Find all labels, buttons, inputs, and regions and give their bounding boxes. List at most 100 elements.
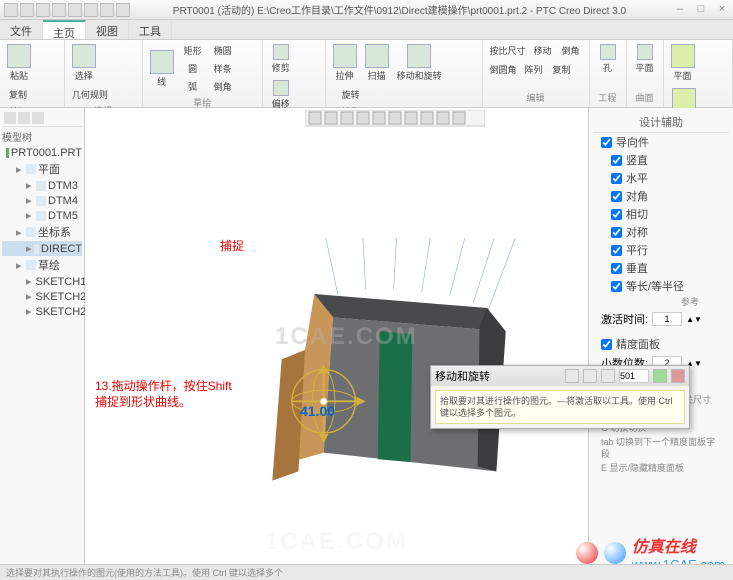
extrude-button[interactable]: 拉伸 [330,42,360,84]
tree-item[interactable]: ▸DIRECT [2,241,82,256]
window-title: PRT0001 (活动的) E:\Creo工作目录\工作文件\0912\Dire… [130,2,669,17]
tree-item[interactable]: ▸草绘 [2,256,82,274]
float-cancel-icon[interactable] [671,369,685,383]
select-icon [72,44,96,68]
spline-button[interactable]: 样条 [209,60,237,77]
float-header[interactable]: 移动和旋转 [431,366,689,386]
group-datum: 平面 倒圆角 基准 [664,40,733,107]
select-button[interactable]: 选择 [69,42,99,84]
copy2-button[interactable]: 复制 [548,61,576,78]
close-icon[interactable]: × [715,3,729,17]
float-title: 移动和旋转 [435,368,490,384]
guide-option[interactable]: 竖直 [593,151,729,169]
tab-tools[interactable]: 工具 [129,20,172,39]
move-rotate-panel[interactable]: 移动和旋转 拾取要对其进行操作的图元。—将激活取以工具。使用 Ctrl 键以选择… [430,365,690,429]
precision-check[interactable]: 精度面板 [593,335,729,353]
line-icon [150,50,174,74]
qat-windows-icon[interactable] [100,3,114,17]
rect-button[interactable]: 矩形 [179,42,207,59]
tab-file[interactable]: 文件 [0,20,43,39]
qat-regen-icon[interactable] [84,3,98,17]
window-controls: – □ × [669,3,729,17]
move2-button[interactable]: 移动 [529,42,557,59]
plane-button[interactable]: 平面 [631,42,659,76]
activate-row: 激活时间: ▲▼ [593,309,729,329]
annotation-text: 13.拖动操作杆，按住Shift 捕捉到形状曲线。 [95,378,232,410]
ellipse-button[interactable]: 椭圆 [209,42,237,59]
float-btn3-icon[interactable] [601,369,615,383]
chamfer-button[interactable]: 倒角 [209,78,237,95]
tree-item[interactable]: ▸平面 [2,160,82,178]
guide-option[interactable]: 对称 [593,223,729,241]
tab-home[interactable]: 主页 [43,20,86,39]
circle-button[interactable]: 圆 [179,60,207,77]
qat-close-icon[interactable] [116,3,130,17]
datum-plane-button[interactable]: 平面 [668,42,698,84]
extrude-icon [333,44,357,68]
tree-root[interactable]: PRT0001.PRT [2,146,82,160]
hole-button[interactable]: 孔 [594,42,622,76]
maximize-icon[interactable]: □ [694,3,708,17]
qat-open-icon[interactable] [20,3,34,17]
qat-redo-icon[interactable] [68,3,82,17]
tree-item[interactable]: ▸DTM5 [2,208,82,223]
rotate-button[interactable]: 旋转 [330,86,372,103]
dimension-value: 41.00 [300,403,335,419]
float-value-input[interactable] [619,369,649,383]
offset-button[interactable]: 偏移 [267,78,295,112]
float-btn1-icon[interactable] [565,369,579,383]
chamfer2-button[interactable]: 倒角 [557,42,585,59]
qat-save-icon[interactable] [36,3,50,17]
activate-input[interactable] [652,312,682,326]
guide-option[interactable]: 垂直 [593,259,729,277]
move-rotate-button[interactable]: 移动和旋转 [394,42,445,84]
tree-settings-icon[interactable] [18,112,30,124]
guide-option[interactable]: 相切 [593,205,729,223]
tree-item[interactable]: ▸SKETCH2 [2,304,82,319]
guide-option[interactable]: 平行 [593,241,729,259]
copy-button[interactable]: 复制 [4,86,32,103]
guide-option[interactable]: 对角 [593,187,729,205]
round-button[interactable]: 倒圆角 [487,61,520,78]
size-button[interactable]: 按比尺寸 [487,42,529,59]
float-btn2-icon[interactable] [583,369,597,383]
float-ok-icon[interactable] [653,369,667,383]
tree-item[interactable]: ▸SKETCH1 [2,274,82,289]
pattern-button[interactable]: 阵列 [520,61,548,78]
quick-access-toolbar [4,3,130,17]
guide-option[interactable]: 等长/等半径 [593,277,729,295]
qat-undo-icon[interactable] [52,3,66,17]
feature-icon [26,164,36,174]
qat-new-icon[interactable] [4,3,18,17]
group-clipboard: 粘贴 复制 剪切 剪贴板 [0,40,65,107]
tree-item[interactable]: ▸DTM3 [2,178,82,193]
tree-filter-icon[interactable] [32,112,44,124]
graphics-canvas[interactable]: 1CAE.COM 1CAE.COM 捕捉 13.拖动操作杆，按住Shift 捕捉… [85,108,588,578]
paste-button[interactable]: 粘贴 [4,42,34,84]
float-hint: 拾取要对其进行操作的图元。—将激活取以工具。使用 Ctrl 键以选择多个图元。 [435,390,685,424]
tree-item[interactable]: ▸SKETCH2 [2,289,82,304]
paste-icon [7,44,31,68]
view-toolbar[interactable] [305,110,485,128]
arc-button[interactable]: 弧 [179,78,207,95]
group-select: 选择 几何规则 选择 [65,40,143,107]
guide-option[interactable]: 水平 [593,169,729,187]
tree-item[interactable]: ▸DTM4 [2,193,82,208]
geom-rule-button[interactable]: 几何规则 [69,86,111,103]
status-bar: 选择要对其执行操作的图元(使用的方法工具)。使用 Ctrl 键以选择多个 [0,564,733,580]
sweep-icon [365,44,389,68]
tab-view[interactable]: 视图 [86,20,129,39]
feature-icon [36,211,46,221]
sweep-button[interactable]: 扫描 [362,42,392,84]
trim-icon [273,44,289,60]
tree-layers-icon[interactable] [4,112,16,124]
group-surface: 平面 曲面 [627,40,664,107]
logo-ball-icon [576,542,598,564]
line-button[interactable]: 线 [147,42,177,95]
guides-check[interactable]: 导向件 [593,133,729,151]
tree-label: 模型树 [2,127,82,146]
minimize-icon[interactable]: – [673,3,687,17]
tree-item[interactable]: ▸坐标系 [2,223,82,241]
trim-button[interactable]: 修剪 [267,42,295,76]
plane-icon [637,44,653,60]
